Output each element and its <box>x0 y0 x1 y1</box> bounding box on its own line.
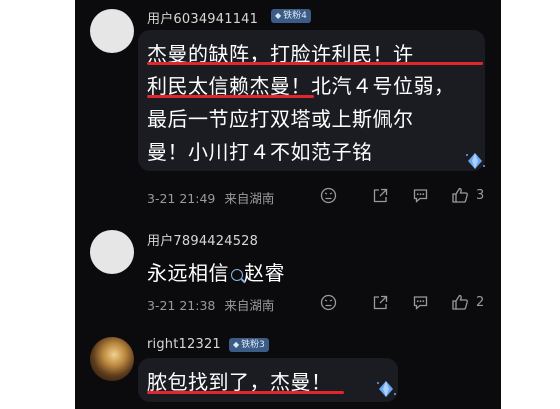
sparkle-diamond-icon <box>377 381 396 397</box>
reply-icon[interactable] <box>412 294 429 311</box>
fan-badge-label: 铁粉3 <box>241 340 265 350</box>
red-underline <box>147 95 314 98</box>
comment-text-line: 最后一节应打双塔或上斯佩尔 <box>147 107 414 131</box>
comment-location: 来自湖南 <box>224 298 275 313</box>
search-keyword[interactable]: 赵睿 <box>244 261 285 285</box>
comment-text-part: 永远相信 <box>147 261 229 285</box>
search-icon[interactable] <box>231 268 243 281</box>
comment-meta: 3-21 21:38 来自湖南 <box>147 295 274 314</box>
fan-badge-diamond-icon: ◆ <box>275 11 282 20</box>
like-count: 2 <box>476 295 485 310</box>
share-icon[interactable] <box>372 294 389 311</box>
fan-badge-diamond-icon: ◆ <box>233 340 240 349</box>
comment-username[interactable]: 用户7894424528 <box>147 230 258 249</box>
like-count: 3 <box>476 188 485 203</box>
share-icon[interactable] <box>372 187 389 204</box>
comment-location: 来自湖南 <box>224 191 275 206</box>
fan-badge: ◆ 铁粉3 <box>229 338 269 352</box>
red-underline <box>147 62 483 65</box>
dislike-icon[interactable] <box>320 294 337 311</box>
like-icon[interactable] <box>451 293 469 311</box>
red-underline <box>147 391 344 394</box>
comment-text: 永远相信 赵睿 <box>147 257 285 286</box>
comment-username[interactable]: right12321 <box>147 337 221 352</box>
sparkle-diamond-icon <box>466 153 485 169</box>
fan-badge: ◆ 铁粉4 <box>271 9 311 23</box>
like-icon[interactable] <box>451 186 469 204</box>
comment-text-line: 曼！小川打４不如范子铭 <box>147 140 373 164</box>
comment-username[interactable]: 用户6034941141 <box>147 8 258 27</box>
comment-meta: 3-21 21:49 来自湖南 <box>147 188 274 207</box>
comment-date: 3-21 21:49 <box>147 191 216 206</box>
avatar[interactable] <box>90 337 134 381</box>
reply-icon[interactable] <box>412 187 429 204</box>
avatar[interactable] <box>90 230 134 274</box>
dislike-icon[interactable] <box>320 187 337 204</box>
fan-badge-label: 铁粉4 <box>283 11 307 21</box>
comment-date: 3-21 21:38 <box>147 298 216 313</box>
comment-panel: 用户6034941141 ◆ 铁粉4 杰曼的缺阵，打脸许利民！许 利民太信赖杰曼… <box>75 0 501 409</box>
avatar[interactable] <box>90 9 134 53</box>
